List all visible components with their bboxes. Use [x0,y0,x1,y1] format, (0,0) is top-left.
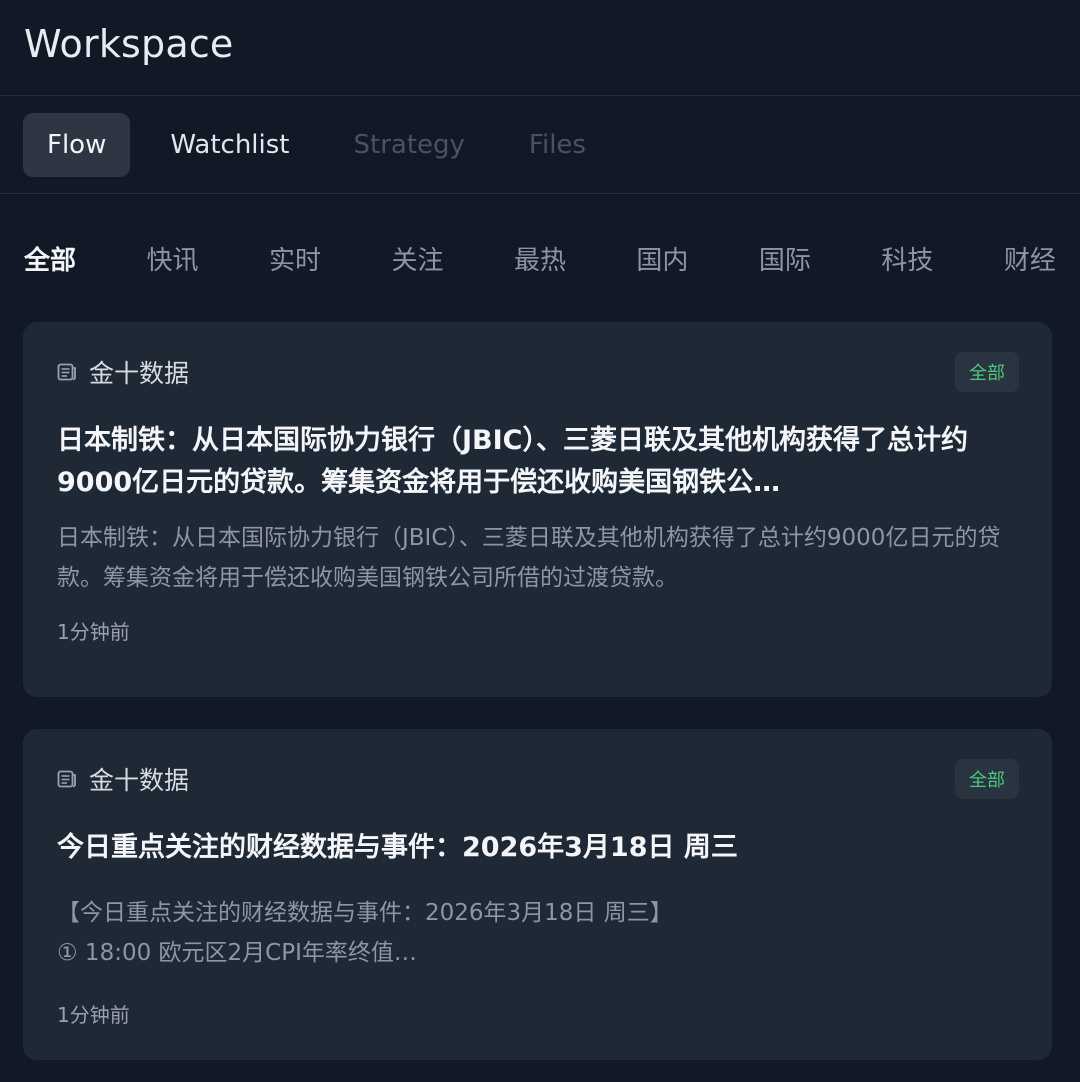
tab-watchlist[interactable]: Watchlist [146,113,313,177]
category-filter-bar: 全部 快讯 实时 关注 最热 国内 国际 科技 财经 [0,194,1080,322]
filter-international[interactable]: 国际 [759,240,811,277]
news-icon [57,770,79,788]
category-badge: 全部 [955,759,1019,799]
filter-finance[interactable]: 财经 [1004,240,1056,277]
news-card[interactable]: 金十数据 全部 日本制铁：从日本国际协力银行（JBIC）、三菱日联及其他机构获得… [23,322,1052,697]
source-name: 金十数据 [89,359,190,388]
filter-domestic[interactable]: 国内 [636,240,688,277]
filter-all[interactable]: 全部 [24,240,76,277]
filter-flash[interactable]: 快讯 [146,240,198,277]
card-source: 金十数据 [57,761,189,797]
tab-flow[interactable]: Flow [23,112,131,177]
filter-following[interactable]: 关注 [391,240,443,277]
card-source: 金十数据 [57,354,189,390]
card-timestamp: 1分钟前 [57,1003,130,1027]
card-summary: 【今日重点关注的财经数据与事件：2026年3月18日 周三】 ① 18:00 欧… [57,893,1019,973]
card-timestamp: 1分钟前 [57,620,130,644]
page-title: Workspace [24,22,234,66]
card-headline[interactable]: 日本制铁：从日本国际协力银行（JBIC）、三菱日联及其他机构获得了总计约9000… [57,420,1019,504]
card-summary: 日本制铁：从日本国际协力银行（JBIC）、三菱日联及其他机构获得了总计约9000… [57,525,1001,591]
summary-line: 【今日重点关注的财经数据与事件：2026年3月18日 周三】 [57,900,673,926]
filter-tech[interactable]: 科技 [881,240,933,277]
card-headline[interactable]: 今日重点关注的财经数据与事件：2026年3月18日 周三 [57,827,1019,869]
category-badge: 全部 [955,352,1019,392]
news-icon [57,363,79,381]
filter-hottest[interactable]: 最热 [514,240,566,277]
filter-realtime[interactable]: 实时 [269,240,321,277]
tab-strategy[interactable]: Strategy [330,113,489,177]
tab-files[interactable]: Files [505,113,610,177]
summary-line: ① 18:00 欧元区2月CPI年率终值… [57,940,417,966]
card-header: 金十数据 全部 [57,352,1019,392]
source-name: 金十数据 [89,766,190,795]
app-header: Workspace [0,0,1080,96]
tab-bar: Flow Watchlist Strategy Files [0,96,1080,194]
card-header: 金十数据 全部 [57,759,1019,799]
news-card[interactable]: 金十数据 全部 今日重点关注的财经数据与事件：2026年3月18日 周三 【今日… [23,729,1052,1060]
